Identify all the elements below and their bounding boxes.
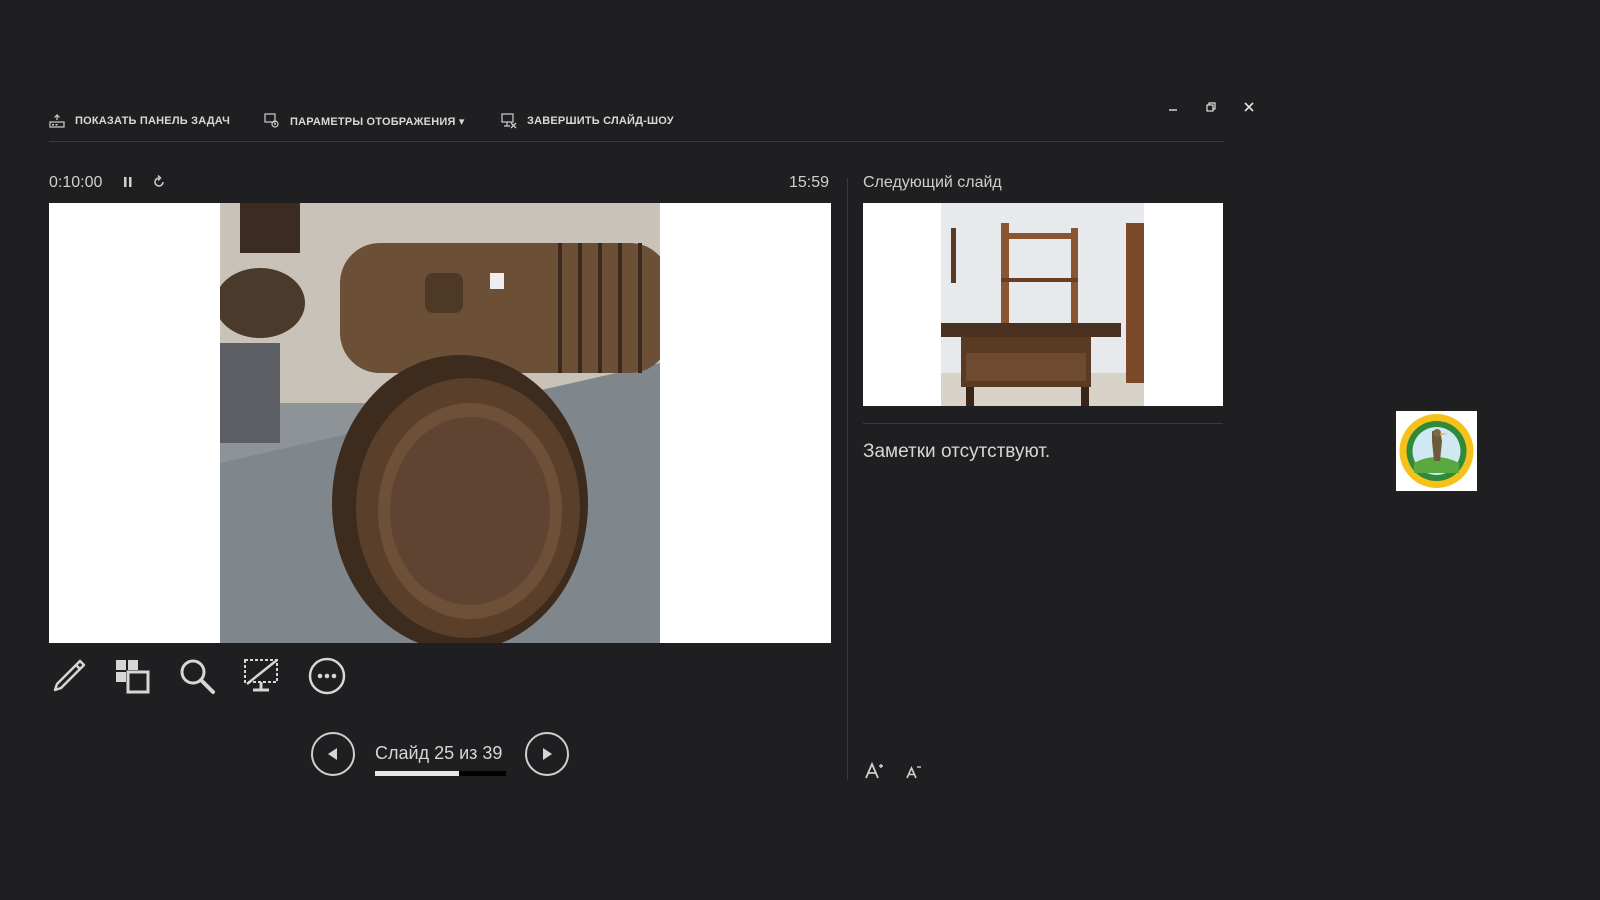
next-slide-button[interactable] [525, 732, 569, 776]
current-slide [49, 203, 831, 643]
next-slide-preview[interactable] [863, 203, 1223, 406]
show-taskbar-label: ПОКАЗАТЬ ПАНЕЛЬ ЗАДАЧ [75, 115, 231, 127]
pen-tool-button[interactable] [48, 655, 90, 697]
pause-icon [124, 177, 132, 187]
all-slides-icon [116, 660, 150, 694]
carpenter-workbench-photo [941, 203, 1144, 406]
more-options-icon [308, 657, 346, 695]
end-slideshow-icon [501, 113, 517, 129]
triangle-left-icon [328, 748, 337, 760]
minimize-button[interactable] [1162, 98, 1184, 116]
decrease-font-icon [906, 766, 921, 779]
show-taskbar-button[interactable]: ПОКАЗАТЬ ПАНЕЛЬ ЗАДАЧ [49, 110, 230, 132]
previous-slide-button[interactable] [311, 732, 355, 776]
black-screen-icon [244, 659, 278, 692]
increase-font-icon [865, 761, 883, 779]
elapsed-timer: 0:10:00 [49, 174, 103, 191]
pen-icon [53, 659, 86, 692]
zoom-button[interactable] [176, 655, 218, 697]
triangle-right-icon [543, 748, 552, 760]
speaker-notes: Заметки отсутствуют. [863, 441, 1051, 462]
display-settings-button[interactable]: ПАРАМЕТРЫ ОТОБРАЖЕНИЯ ▾ [264, 110, 465, 132]
current-slide-image [220, 203, 660, 643]
slide-progress-bar [375, 771, 506, 776]
next-slide-image [941, 203, 1144, 406]
increase-font-button[interactable] [864, 761, 884, 784]
wooden-barrel-flask-photo [220, 203, 660, 643]
black-screen-button[interactable] [240, 655, 282, 697]
reserve-logo [1396, 411, 1477, 491]
reset-timer-button[interactable] [152, 174, 166, 194]
end-slideshow-button[interactable]: ЗАВЕРШИТЬ СЛАЙД-ШОУ [501, 110, 674, 132]
toolbar-divider [49, 141, 1224, 142]
close-icon [1244, 102, 1254, 112]
end-slideshow-label: ЗАВЕРШИТЬ СЛАЙД-ШОУ [527, 115, 674, 127]
panel-divider [847, 178, 848, 780]
slide-progress-fill [375, 771, 459, 776]
display-settings-icon [264, 113, 279, 128]
taskbar-icon [49, 114, 65, 128]
next-slide-label: Следующий слайд [863, 174, 1002, 191]
close-button[interactable] [1238, 98, 1260, 116]
clock-time: 15:59 [789, 174, 830, 191]
restore-button[interactable] [1200, 98, 1222, 116]
pause-button[interactable] [122, 175, 134, 194]
zoom-icon [180, 659, 215, 694]
reset-icon [154, 174, 164, 187]
notes-divider [863, 423, 1223, 424]
more-options-button[interactable] [306, 655, 348, 697]
slide-counter: Слайд 25 из 39 [375, 743, 503, 763]
see-all-slides-button[interactable] [111, 655, 153, 697]
restore-icon [1206, 102, 1216, 112]
minimize-icon [1169, 109, 1177, 111]
display-settings-label: ПАРАМЕТРЫ ОТОБРАЖЕНИЯ ▾ [290, 115, 465, 128]
decrease-font-button[interactable] [904, 762, 922, 784]
reserve-logo-emblem [1399, 414, 1474, 488]
